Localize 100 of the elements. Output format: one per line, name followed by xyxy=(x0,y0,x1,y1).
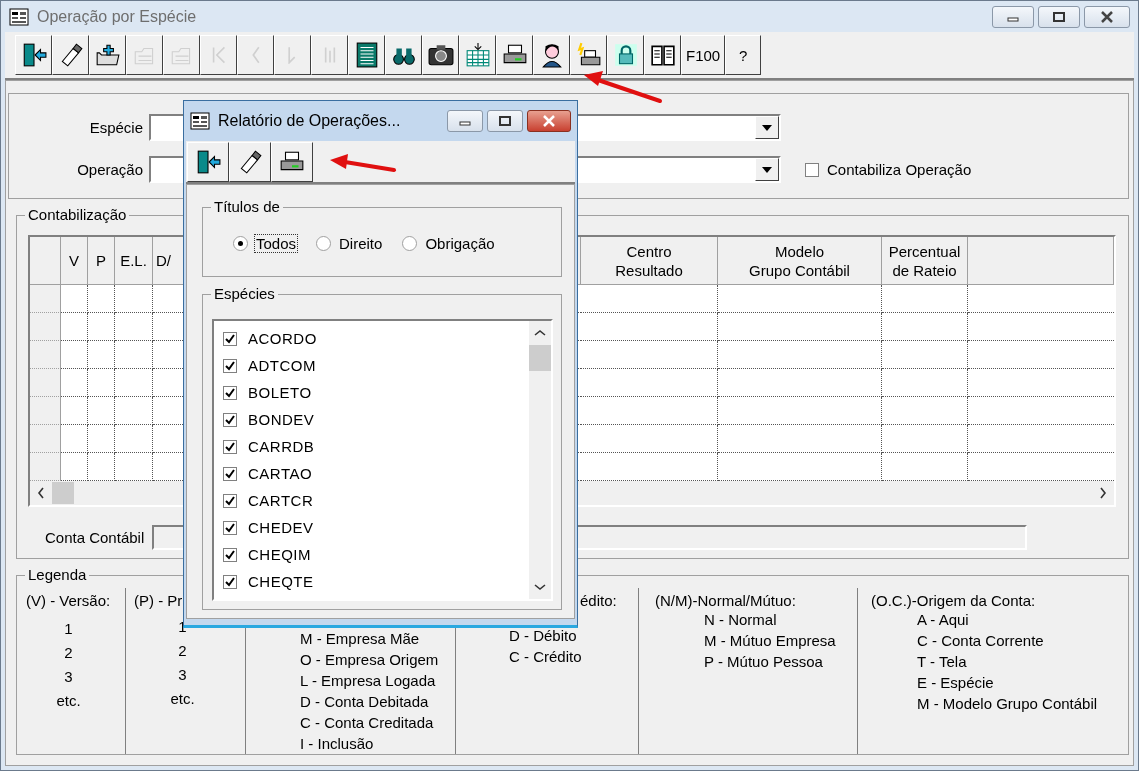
grid-cell[interactable] xyxy=(88,285,115,313)
toolbar-button[interactable] xyxy=(348,35,385,75)
grid-cell[interactable] xyxy=(581,313,718,341)
maximize-button[interactable] xyxy=(487,110,523,132)
grid-cell[interactable] xyxy=(115,313,153,341)
grid-cell[interactable] xyxy=(581,341,718,369)
grid-cell[interactable] xyxy=(718,425,882,453)
grid-cell[interactable] xyxy=(115,453,153,481)
grid-cell[interactable] xyxy=(115,369,153,397)
column-header[interactable]: Modelo Grupo Contábil xyxy=(718,237,882,285)
checkbox[interactable] xyxy=(223,385,237,400)
grid-cell[interactable] xyxy=(581,397,718,425)
grid-cell[interactable] xyxy=(61,453,88,481)
list-item[interactable]: CARTCR xyxy=(248,492,314,509)
column-header[interactable]: Percentual de Rateio xyxy=(882,237,968,285)
close-button[interactable] xyxy=(527,110,571,132)
checkbox[interactable] xyxy=(223,574,237,589)
toolbar-button[interactable] xyxy=(422,35,459,75)
list-item[interactable]: CARTAO xyxy=(248,465,313,482)
list-item[interactable]: CHEQTE xyxy=(248,573,314,590)
toolbar-button[interactable] xyxy=(570,35,607,75)
grid-cell[interactable] xyxy=(968,369,1114,397)
grid-cell[interactable] xyxy=(581,425,718,453)
grid-cell[interactable] xyxy=(882,425,968,453)
grid-cell[interactable] xyxy=(88,369,115,397)
grid-cell[interactable] xyxy=(61,397,88,425)
grid-cell[interactable] xyxy=(61,425,88,453)
toolbar-button[interactable] xyxy=(459,35,496,75)
checkbox[interactable] xyxy=(223,358,237,373)
grid-cell[interactable] xyxy=(718,285,882,313)
scrollbar-thumb[interactable] xyxy=(529,345,551,371)
grid-cell[interactable] xyxy=(882,313,968,341)
grid-cell[interactable] xyxy=(61,313,88,341)
toolbar-button[interactable] xyxy=(271,142,313,182)
column-header[interactable]: P xyxy=(88,237,115,285)
checkbox[interactable] xyxy=(805,162,819,177)
grid-cell[interactable] xyxy=(115,285,153,313)
grid-cell[interactable] xyxy=(115,397,153,425)
checkbox[interactable] xyxy=(223,493,237,508)
toolbar-button[interactable]: F100 xyxy=(681,35,726,75)
toolbar-button[interactable] xyxy=(533,35,570,75)
toolbar-button[interactable] xyxy=(644,35,681,75)
list-item[interactable]: ADTCOM xyxy=(248,357,316,374)
grid-cell[interactable] xyxy=(968,285,1114,313)
radio-button[interactable] xyxy=(402,236,418,251)
column-header[interactable]: Centro Resultado xyxy=(581,237,718,285)
scrollbar-thumb[interactable] xyxy=(52,482,74,504)
toolbar-button[interactable] xyxy=(52,35,89,75)
grid-cell[interactable] xyxy=(581,369,718,397)
grid-cell[interactable] xyxy=(718,313,882,341)
grid-cell[interactable] xyxy=(968,453,1114,481)
grid-cell[interactable] xyxy=(882,453,968,481)
toolbar-button[interactable] xyxy=(496,35,533,75)
list-item[interactable]: BONDEV xyxy=(248,411,315,428)
grid-cell[interactable] xyxy=(968,341,1114,369)
checkbox[interactable] xyxy=(223,547,237,562)
toolbar-button[interactable] xyxy=(89,35,126,75)
grid-cell[interactable] xyxy=(88,425,115,453)
grid-cell[interactable] xyxy=(88,313,115,341)
close-button[interactable] xyxy=(1084,5,1130,28)
list-item[interactable]: BOLETO xyxy=(248,384,312,401)
grid-cell[interactable] xyxy=(718,397,882,425)
grid-cell[interactable] xyxy=(61,341,88,369)
grid-cell[interactable] xyxy=(581,453,718,481)
checkbox[interactable] xyxy=(223,331,237,346)
checkbox[interactable] xyxy=(223,412,237,427)
checkbox[interactable] xyxy=(223,520,237,535)
toolbar-button[interactable] xyxy=(15,35,52,75)
vertical-scrollbar[interactable] xyxy=(529,321,551,599)
grid-cell[interactable] xyxy=(88,453,115,481)
grid-cell[interactable] xyxy=(882,341,968,369)
toolbar-button[interactable] xyxy=(229,142,271,182)
toolbar-button[interactable] xyxy=(607,35,644,75)
grid-cell[interactable] xyxy=(882,369,968,397)
checkbox[interactable] xyxy=(223,439,237,454)
grid-cell[interactable] xyxy=(88,397,115,425)
list-item[interactable]: ACORDO xyxy=(248,330,317,347)
radio-button[interactable] xyxy=(316,236,332,251)
grid-cell[interactable] xyxy=(882,285,968,313)
grid-cell[interactable] xyxy=(968,313,1114,341)
list-item[interactable]: CHEQIM xyxy=(248,546,311,563)
grid-cell[interactable] xyxy=(61,285,88,313)
radio-button[interactable] xyxy=(233,236,248,251)
grid-cell[interactable] xyxy=(88,341,115,369)
toolbar-button[interactable] xyxy=(385,35,422,75)
column-header[interactable]: E.L. xyxy=(115,237,153,285)
grid-cell[interactable] xyxy=(968,425,1114,453)
grid-cell[interactable] xyxy=(968,397,1114,425)
grid-cell[interactable] xyxy=(581,285,718,313)
grid-cell[interactable] xyxy=(718,369,882,397)
grid-cell[interactable] xyxy=(61,369,88,397)
toolbar-button[interactable] xyxy=(187,142,229,182)
grid-cell[interactable] xyxy=(115,425,153,453)
grid-cell[interactable] xyxy=(718,453,882,481)
grid-cell[interactable] xyxy=(115,341,153,369)
maximize-button[interactable] xyxy=(1038,5,1080,28)
list-item[interactable]: CHEDEV xyxy=(248,519,314,536)
grid-cell[interactable] xyxy=(718,341,882,369)
list-item[interactable]: CARRDB xyxy=(248,438,315,455)
grid-cell[interactable] xyxy=(882,397,968,425)
